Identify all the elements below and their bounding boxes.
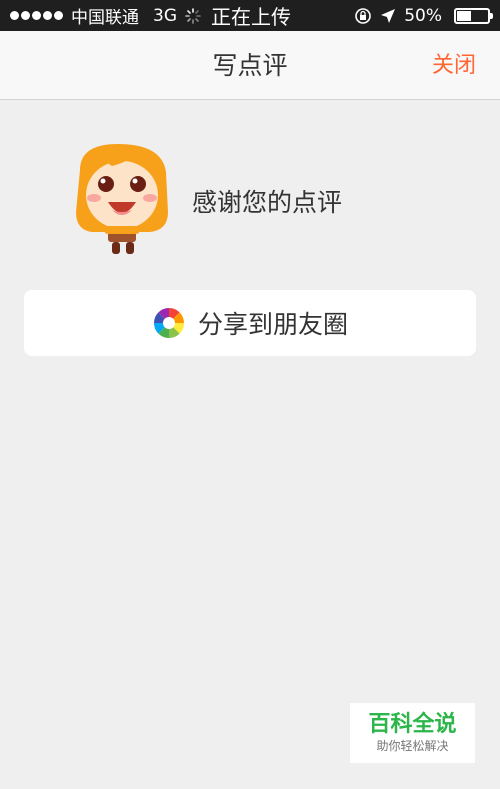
watermark-title: 百科全说 [368, 712, 457, 737]
signal-dots-icon [10, 11, 63, 20]
status-right-group: 50% [354, 5, 493, 26]
share-label: 分享到朋友圈 [197, 310, 348, 339]
rotation-lock-icon [355, 7, 372, 24]
share-to-moments-button[interactable]: 分享到朋友圈 [24, 290, 476, 356]
nav-bar: 写点评 关闭 [0, 31, 500, 100]
watermark-subtitle: 助你轻松解决 [376, 739, 449, 753]
page-title: 写点评 [212, 51, 288, 80]
carrier-name: 中国联通 [71, 8, 139, 28]
close-button[interactable]: 关闭 [432, 31, 476, 100]
battery-icon [454, 7, 493, 24]
battery-percent: 50% [404, 5, 442, 26]
status-bar: 中国联通 3G 正在上传 50% [0, 0, 500, 31]
location-arrow-icon [381, 8, 396, 23]
battery-fill [457, 10, 471, 21]
network-type: 3G [153, 5, 177, 26]
mascot-icon [76, 144, 168, 254]
loading-spinner-icon [185, 7, 201, 24]
thanks-message: 感谢您的点评 [192, 188, 343, 217]
upload-status-text: 正在上传 [211, 5, 291, 29]
watermark-logo: 百科全说 助你轻松解决 [350, 703, 475, 763]
wechat-moments-icon [153, 308, 184, 338]
